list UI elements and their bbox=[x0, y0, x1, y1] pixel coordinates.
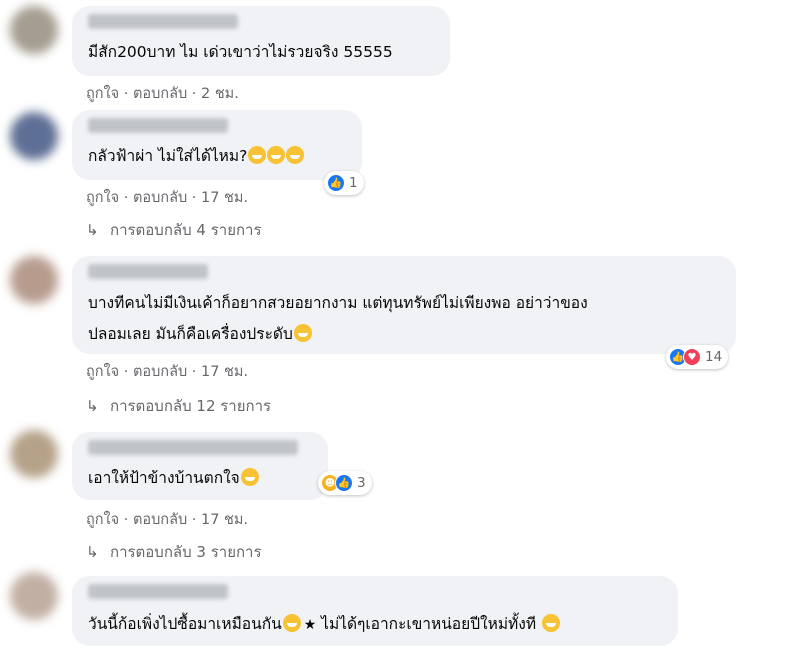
separator: · bbox=[119, 86, 133, 102]
avatar[interactable] bbox=[10, 572, 58, 620]
reply-link[interactable]: ตอบกลับ bbox=[133, 86, 187, 102]
comment-bubble: วันนี้ก้อเพิ่งไปซื้อมาเหมือนกัน ★ ไม่ได้ๆ… bbox=[72, 576, 678, 646]
avatar[interactable] bbox=[10, 256, 58, 304]
comment-text-part-2: ไม่ได้ๆเอากะเขาหน่อยปีใหม่ทั้งที bbox=[316, 615, 541, 633]
separator: · bbox=[119, 512, 133, 528]
separator: · bbox=[187, 86, 201, 102]
reply-link[interactable]: ตอบกลับ bbox=[133, 190, 187, 206]
reply-link[interactable]: ตอบกลับ bbox=[133, 364, 187, 380]
comment-text-part-1: วันนี้ก้อเพิ่งไปซื้อมาเหมือนกัน bbox=[88, 615, 282, 633]
timestamp[interactable]: 17 ชม. bbox=[201, 364, 248, 380]
view-replies-label: การตอบกลับ 3 รายการ bbox=[110, 543, 262, 561]
separator: · bbox=[187, 512, 201, 528]
comment-text-content: กลัวฟ้าผ่า ไม่ใส่ได้ไหม? bbox=[88, 147, 248, 165]
separator: · bbox=[187, 190, 201, 206]
view-replies-link[interactable]: ↳ การตอบกลับ 3 รายการ bbox=[86, 540, 262, 564]
view-replies-link[interactable]: ↳ การตอบกลับ 4 รายการ bbox=[86, 218, 262, 242]
grin-emoji-icon bbox=[267, 146, 286, 164]
reply-arrow-icon: ↳ bbox=[86, 221, 99, 239]
comment-text-line-1: บางทีคนไม่มีเงินเค้าก็อยากสวยอยากงาม แต่… bbox=[88, 294, 588, 312]
grin-emoji-icon bbox=[248, 146, 267, 164]
comment-bubble: เอาให้ป้าข้างบ้านตกใจ bbox=[72, 432, 328, 500]
comment-text: มีสัก200บาท ไม เด่วเขาว่าไม่รวยจริง 5555… bbox=[88, 43, 393, 61]
commenter-name[interactable] bbox=[88, 14, 238, 29]
like-reaction-icon: 👍 bbox=[335, 474, 353, 492]
separator: · bbox=[119, 364, 133, 380]
like-link[interactable]: ถูกใจ bbox=[86, 512, 119, 528]
timestamp[interactable]: 17 ชม. bbox=[201, 512, 248, 528]
comment-actions: ถูกใจ · ตอบกลับ · 17 ชม. bbox=[86, 360, 248, 383]
reaction-summary[interactable]: 👍 1 bbox=[324, 171, 364, 195]
grin-emoji-icon bbox=[541, 614, 560, 632]
timestamp[interactable]: 2 ชม. bbox=[201, 86, 239, 102]
comment-bubble: บางทีคนไม่มีเงินเค้าก็อยากสวยอยากงาม แต่… bbox=[72, 256, 736, 354]
reaction-count: 14 bbox=[705, 349, 723, 365]
view-replies-link[interactable]: ↳ การตอบกลับ 12 รายการ bbox=[86, 394, 271, 418]
rofl-emoji-icon bbox=[240, 468, 259, 486]
like-reaction-icon: 👍 bbox=[327, 174, 345, 192]
view-replies-label: การตอบกลับ 4 รายการ bbox=[110, 221, 262, 239]
comment-actions: ถูกใจ · ตอบกลับ · 2 ชม. bbox=[86, 82, 239, 105]
avatar[interactable] bbox=[10, 430, 58, 478]
reaction-summary[interactable]: ☻ 👍 3 bbox=[318, 471, 372, 495]
reaction-count: 1 bbox=[349, 175, 358, 191]
timestamp[interactable]: 17 ชม. bbox=[201, 190, 248, 206]
comment-text: เอาให้ป้าข้างบ้านตกใจ bbox=[88, 463, 259, 493]
avatar[interactable] bbox=[10, 112, 58, 160]
reaction-summary[interactable]: 👍 ♥ 14 bbox=[666, 345, 729, 369]
like-link[interactable]: ถูกใจ bbox=[86, 86, 119, 102]
comment-text-content: ปลอมเลย มันก็คือเครื่องประดับ bbox=[88, 325, 293, 343]
smile-emoji-icon bbox=[282, 614, 301, 632]
view-replies-label: การตอบกลับ 12 รายการ bbox=[110, 397, 272, 415]
comment-bubble: มีสัก200บาท ไม เด่วเขาว่าไม่รวยจริง 5555… bbox=[72, 6, 450, 76]
comment-text: กลัวฟ้าผ่า ไม่ใส่ได้ไหม? bbox=[88, 141, 305, 171]
comment-actions: ถูกใจ · ตอบกลับ · 17 ชม. bbox=[86, 186, 248, 209]
avatar[interactable] bbox=[10, 6, 58, 54]
comment-text: วันนี้ก้อเพิ่งไปซื้อมาเหมือนกัน ★ ไม่ได้ๆ… bbox=[88, 609, 560, 640]
party-popper-icon: ★ bbox=[303, 617, 317, 633]
commenter-name[interactable] bbox=[88, 118, 228, 133]
commenter-name[interactable] bbox=[88, 440, 298, 455]
comment-text-content: เอาให้ป้าข้างบ้านตกใจ bbox=[88, 469, 240, 487]
commenter-name[interactable] bbox=[88, 584, 228, 599]
separator: · bbox=[119, 190, 133, 206]
reply-link[interactable]: ตอบกลับ bbox=[133, 512, 187, 528]
like-link[interactable]: ถูกใจ bbox=[86, 364, 119, 380]
reply-arrow-icon: ↳ bbox=[86, 543, 99, 561]
comment-actions: ถูกใจ · ตอบกลับ · 17 ชม. bbox=[86, 508, 248, 531]
separator: · bbox=[187, 364, 201, 380]
comment-bubble: กลัวฟ้าผ่า ไม่ใส่ได้ไหม? bbox=[72, 110, 362, 180]
grin-emoji-icon bbox=[286, 146, 305, 164]
smile-emoji-icon bbox=[293, 324, 312, 342]
reply-arrow-icon: ↳ bbox=[86, 397, 99, 415]
reaction-count: 3 bbox=[357, 475, 366, 491]
like-link[interactable]: ถูกใจ bbox=[86, 190, 119, 206]
commenter-name[interactable] bbox=[88, 264, 208, 279]
comment-text-line-2: ปลอมเลย มันก็คือเครื่องประดับ bbox=[88, 319, 312, 349]
love-reaction-icon: ♥ bbox=[683, 348, 701, 366]
